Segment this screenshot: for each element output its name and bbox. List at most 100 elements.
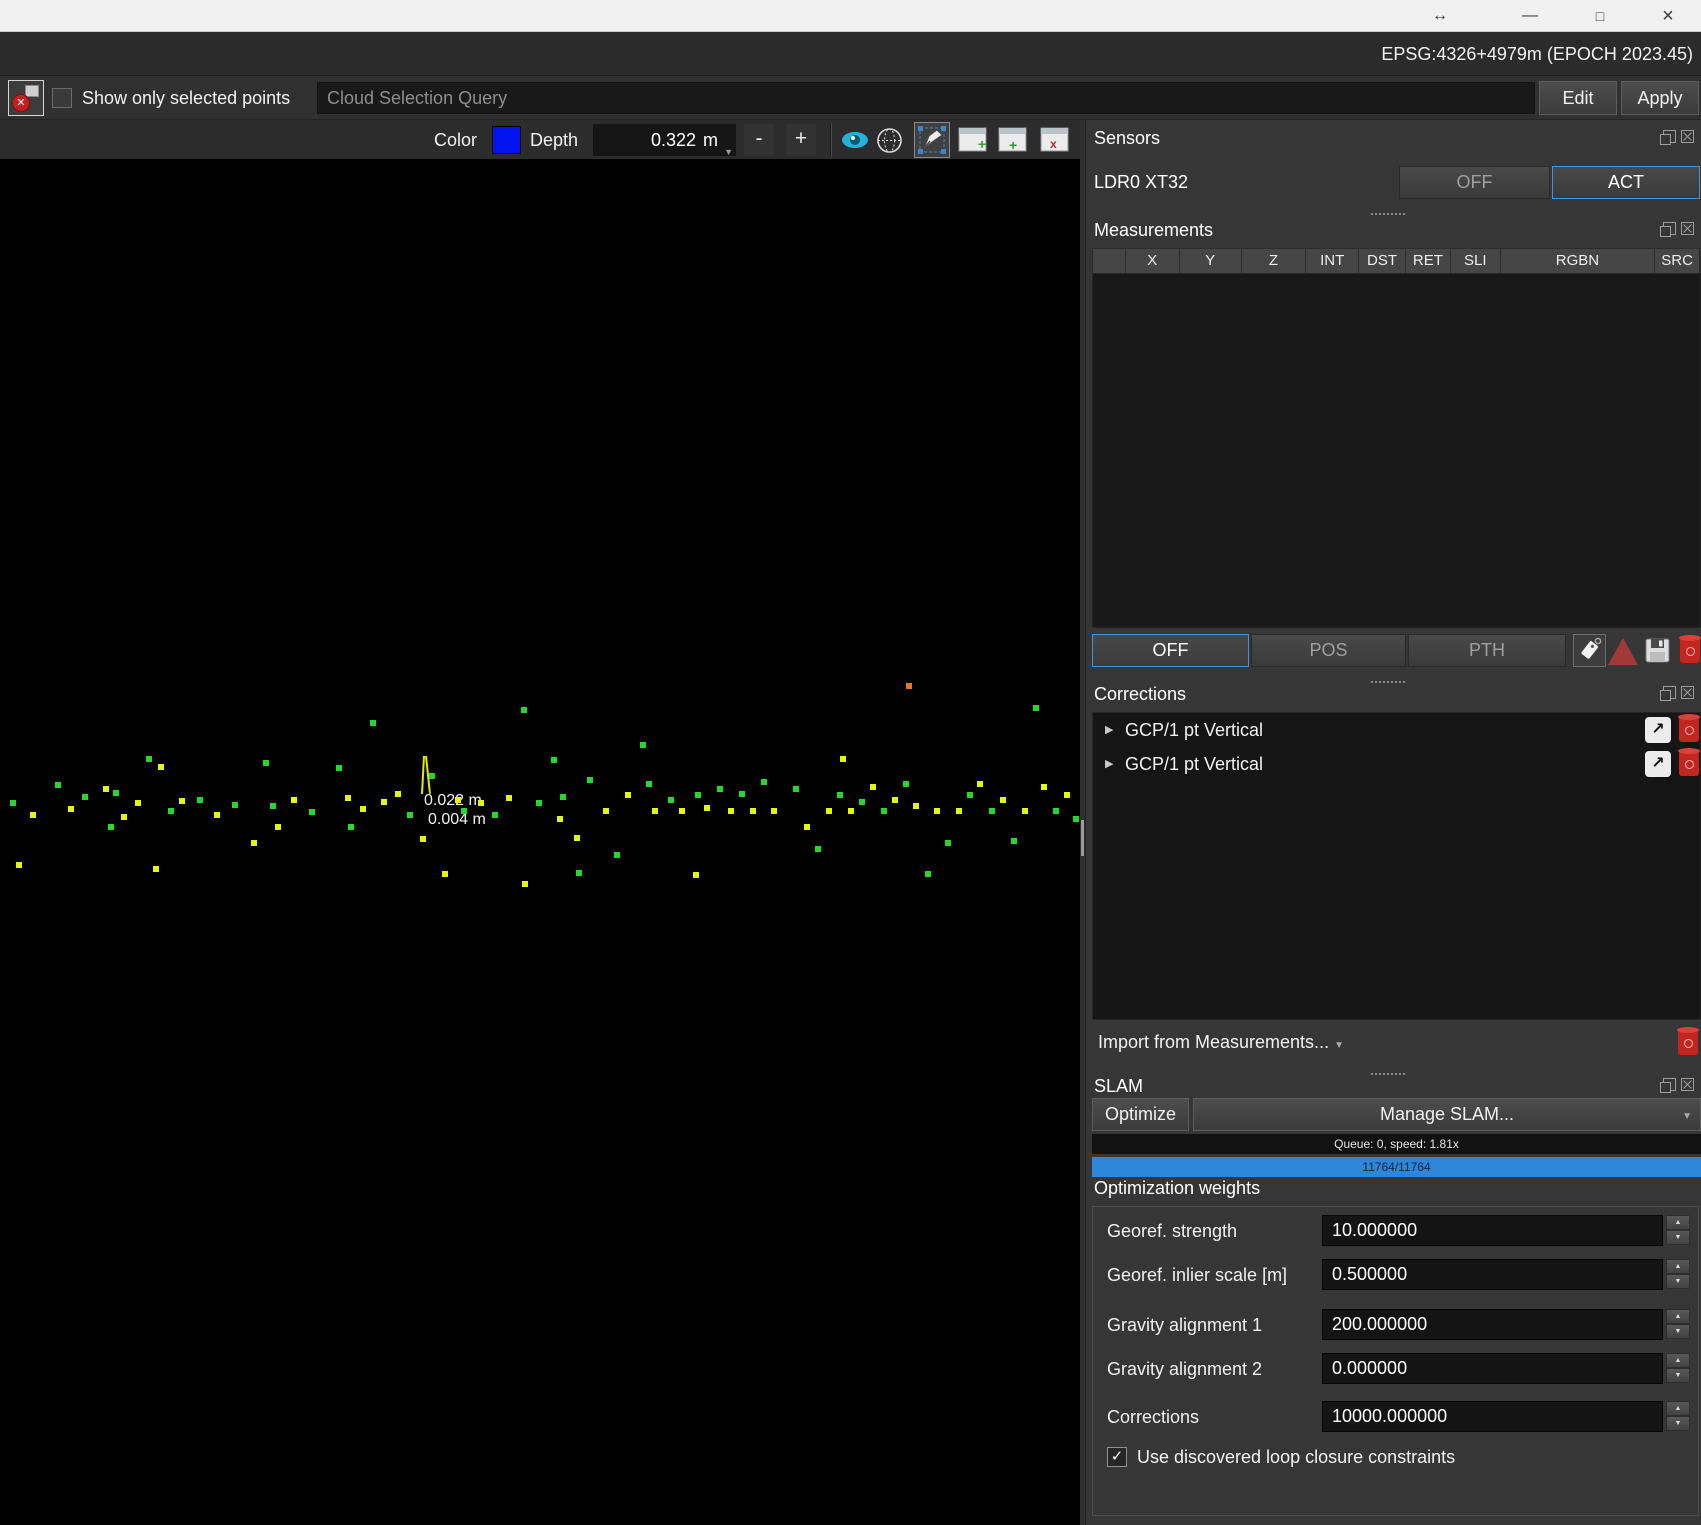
correction-row[interactable]: ▶ GCP/1 pt Vertical ↗ [1093,713,1700,747]
cloud-point [967,792,973,798]
spin-up-button[interactable]: ▲ [1666,1259,1690,1274]
cloud-point [168,808,174,814]
table-column-header[interactable]: SRC [1655,249,1700,273]
depth-value-field[interactable]: 0.322 m ▼ [593,124,736,156]
weight-label: Gravity alignment 1 [1107,1309,1262,1341]
spin-up-button[interactable]: ▲ [1666,1353,1690,1368]
cloud-point [275,824,281,830]
expander-icon[interactable]: ▶ [1105,713,1113,747]
spin-down-button[interactable]: ▼ [1666,1230,1690,1245]
panel-float-icon[interactable] [1663,130,1676,143]
loop-closure-checkbox[interactable]: ✓ [1107,1447,1127,1467]
table-column-header[interactable] [1093,249,1126,273]
mode-pth-toggle[interactable]: PTH [1408,634,1566,667]
depth-dropdown-icon[interactable]: ▼ [724,147,733,157]
panel-float-icon[interactable] [1663,1078,1676,1091]
table-column-header[interactable]: SLI [1451,249,1501,273]
toolbar-separator [830,123,832,157]
marker-triangle-button[interactable] [1608,638,1638,665]
splitter-grip[interactable] [1081,820,1084,856]
open-external-icon[interactable]: ↗ [1645,751,1671,777]
visibility-eye-icon[interactable] [840,130,870,155]
delete-trash-icon[interactable] [1680,638,1700,663]
add-window-bottom-icon[interactable]: + [998,127,1028,158]
drag-handle[interactable] [1371,678,1405,683]
delete-trash-icon[interactable] [1678,1030,1698,1055]
mode-pos-toggle[interactable]: POS [1251,634,1406,667]
sensor-off-toggle[interactable]: OFF [1399,166,1550,199]
panel-close-icon[interactable] [1681,686,1694,699]
cloud-point [815,846,821,852]
cloud-point [728,808,734,814]
expander-icon[interactable]: ▶ [1105,747,1113,781]
delete-trash-icon[interactable] [1679,751,1699,776]
import-from-measurements-button[interactable]: Import from Measurements... ▼ [1098,1032,1344,1053]
weight-value-field[interactable]: 0.000000 [1322,1353,1663,1384]
cloud-point [113,790,119,796]
weight-value-field[interactable]: 0.500000 [1322,1259,1663,1290]
delete-trash-icon[interactable] [1679,717,1699,742]
table-column-header[interactable]: INT [1306,249,1359,273]
spin-down-button[interactable]: ▼ [1666,1274,1690,1289]
close-button[interactable]: × [1653,0,1683,32]
spin-down-button[interactable]: ▼ [1666,1416,1690,1431]
weight-value-field[interactable]: 10.000000 [1322,1215,1663,1246]
corrections-list[interactable]: ▶ GCP/1 pt Vertical ↗ ▶ GCP/1 pt Vertical ↗ [1092,712,1701,1020]
drag-handle[interactable] [1371,1070,1405,1075]
panel-close-icon[interactable] [1681,222,1694,235]
optimize-button[interactable]: Optimize [1092,1098,1189,1131]
table-column-header[interactable]: RGBN [1501,249,1655,273]
weight-value-field[interactable]: 200.000000 [1322,1309,1663,1340]
spin-up-button[interactable]: ▲ [1666,1401,1690,1416]
measurements-table-body[interactable] [1092,274,1701,628]
maximize-button[interactable]: □ [1585,0,1615,32]
cloud-point [704,805,710,811]
depth-decrease-button[interactable]: - [744,124,774,156]
cloud-point [881,808,887,814]
panel-float-icon[interactable] [1663,222,1676,235]
close-window-icon[interactable]: x [1040,127,1070,158]
cloud-point [1033,705,1039,711]
drag-handle[interactable] [1371,210,1405,215]
table-column-header[interactable]: Z [1242,249,1307,273]
cloud-selection-query-input[interactable] [317,82,1535,114]
correction-row[interactable]: ▶ GCP/1 pt Vertical ↗ [1093,747,1700,781]
edit-button[interactable]: Edit [1539,81,1617,115]
show-only-selected-checkbox[interactable] [52,88,72,108]
table-column-header[interactable]: DST [1359,249,1406,273]
manage-slam-dropdown[interactable]: Manage SLAM... ▼ [1193,1098,1701,1131]
panel-close-icon[interactable] [1681,130,1694,143]
add-window-right-icon[interactable]: + [958,127,988,158]
globe-icon[interactable] [876,127,903,159]
measurements-table: XYZINTDSTRETSLIRGBNSRC [1092,248,1701,628]
weight-value-field[interactable]: 10000.000000 [1322,1401,1663,1432]
panel-float-icon[interactable] [1663,686,1676,699]
save-icon[interactable] [1644,637,1671,669]
correction-label: GCP/1 pt Vertical [1125,713,1263,747]
open-external-icon[interactable]: ↗ [1645,717,1671,743]
cloud-point [913,803,919,809]
panel-close-icon[interactable] [1681,1078,1694,1091]
color-swatch[interactable] [492,126,521,154]
depth-increase-button[interactable]: + [786,124,816,156]
table-column-header[interactable]: RET [1406,249,1451,273]
sensor-act-toggle[interactable]: ACT [1552,166,1700,199]
viewport[interactable]: 0.022 m 0.004 m [0,160,1080,1525]
table-column-header[interactable]: Y [1180,249,1242,273]
cloud-point [668,797,674,803]
minimize-button[interactable]: — [1515,0,1545,32]
cloud-point [251,840,257,846]
measurements-title: Measurements [1094,220,1213,241]
table-column-header[interactable]: X [1126,249,1180,273]
lasso-select-tool-button[interactable] [914,122,950,158]
tag-tool-button[interactable] [1573,634,1606,667]
spin-up-button[interactable]: ▲ [1666,1215,1690,1230]
spin-up-button[interactable]: ▲ [1666,1309,1690,1324]
clear-selection-button[interactable]: ✕ [8,80,44,116]
cloud-point [197,797,203,803]
spin-down-button[interactable]: ▼ [1666,1324,1690,1339]
spin-down-button[interactable]: ▼ [1666,1368,1690,1383]
apply-button[interactable]: Apply [1621,81,1699,115]
mode-off-toggle[interactable]: OFF [1092,634,1249,667]
correction-label: GCP/1 pt Vertical [1125,747,1263,781]
